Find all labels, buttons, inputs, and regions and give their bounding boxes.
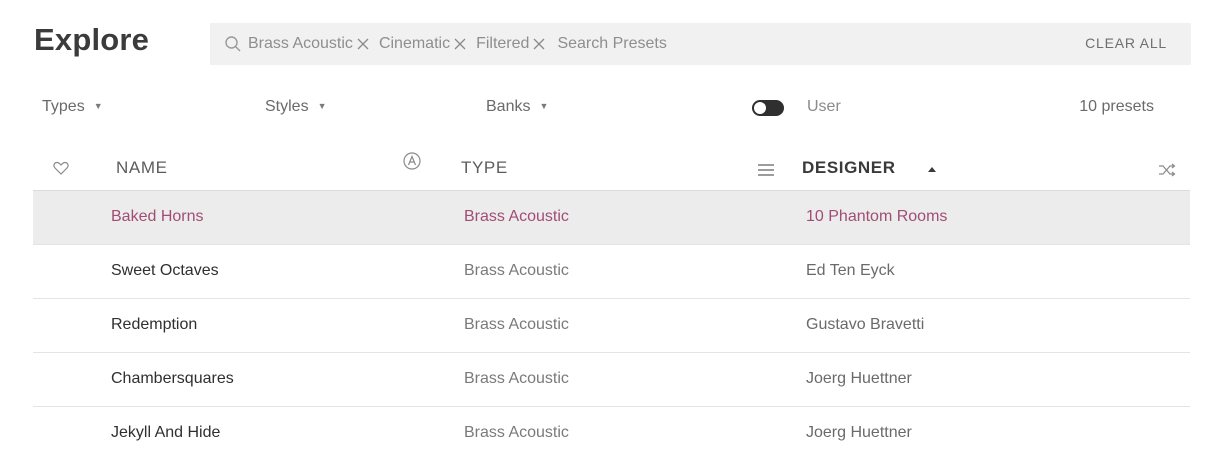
types-label: Types [42,98,85,115]
close-icon[interactable] [453,37,467,51]
preset-type: Brass Acoustic [464,370,569,387]
preset-designer: Gustavo Bravetti [806,316,925,333]
filter-chip-brass-acoustic: Brass Acoustic [248,35,370,53]
preset-type: Brass Acoustic [464,262,569,279]
caret-down-icon: ▼ [539,101,549,111]
column-header-type[interactable]: TYPE [461,158,508,178]
filter-chip-cinematic: Cinematic [379,35,467,53]
circled-a-icon[interactable] [402,151,422,171]
preset-name: Baked Horns [111,208,204,225]
table-header: NAME TYPE DESIGNER [33,146,1190,191]
preset-name: Jekyll And Hide [111,424,221,441]
heart-icon[interactable] [53,161,69,175]
chip-label: Cinematic [378,35,451,52]
chip-label: Filtered [476,35,530,52]
search-icon [222,33,244,55]
table-row[interactable]: Baked Horns Brass Acoustic 10 Phantom Ro… [33,191,1190,245]
preset-designer: 10 Phantom Rooms [806,208,948,225]
search-bar[interactable]: Brass Acoustic Cinematic Filtered CLEAR … [210,23,1191,65]
styles-label: Styles [265,98,309,115]
close-icon[interactable] [356,37,370,51]
preset-count: 10 presets [1079,98,1154,115]
banks-dropdown[interactable]: Banks ▼ [486,98,548,116]
column-header-designer[interactable]: DESIGNER [802,158,896,178]
caret-down-icon: ▼ [317,101,327,111]
preset-type: Brass Acoustic [464,424,569,441]
preset-type: Brass Acoustic [464,208,569,225]
banks-label: Banks [486,98,531,115]
preset-designer: Joerg Huettner [806,370,912,387]
hamburger-icon[interactable] [757,163,775,177]
preset-name: Chambersquares [111,370,234,387]
table-row[interactable]: Chambersquares Brass Acoustic Joerg Huet… [33,353,1190,407]
header: Explore Brass Acoustic Cinematic Filtere… [0,0,1223,86]
types-dropdown[interactable]: Types ▼ [42,98,103,116]
page-title: Explore [34,22,150,57]
column-header-name[interactable]: NAME [116,158,168,178]
clear-all-button[interactable]: CLEAR ALL [1085,35,1167,51]
search-input[interactable] [555,29,856,59]
explore-window: Explore Brass Acoustic Cinematic Filtere… [0,0,1223,454]
chip-label: Brass Acoustic [248,35,353,52]
table-row[interactable]: Sweet Octaves Brass Acoustic Ed Ten Eyck [33,245,1190,299]
preset-designer: Ed Ten Eyck [806,262,895,279]
close-icon[interactable] [532,37,546,51]
filter-bar: Types ▼ Styles ▼ Banks ▼ User 10 presets [0,90,1223,126]
preset-type: Brass Acoustic [464,316,569,333]
user-toggle[interactable] [752,100,784,116]
preset-name: Redemption [111,316,198,333]
preset-name: Sweet Octaves [111,262,219,279]
caret-up-icon[interactable] [927,165,937,173]
preset-designer: Joerg Huettner [806,424,912,441]
preset-table: NAME TYPE DESIGNER Baked Horns Brass Aco… [33,146,1190,454]
styles-dropdown[interactable]: Styles ▼ [265,98,327,116]
table-row[interactable]: Jekyll And Hide Brass Acoustic Joerg Hue… [33,407,1190,454]
user-label: User [807,98,841,115]
filter-chip-filtered: Filtered [476,35,546,53]
caret-down-icon: ▼ [93,101,103,111]
table-row[interactable]: Redemption Brass Acoustic Gustavo Bravet… [33,299,1190,353]
shuffle-icon[interactable] [1158,162,1176,178]
